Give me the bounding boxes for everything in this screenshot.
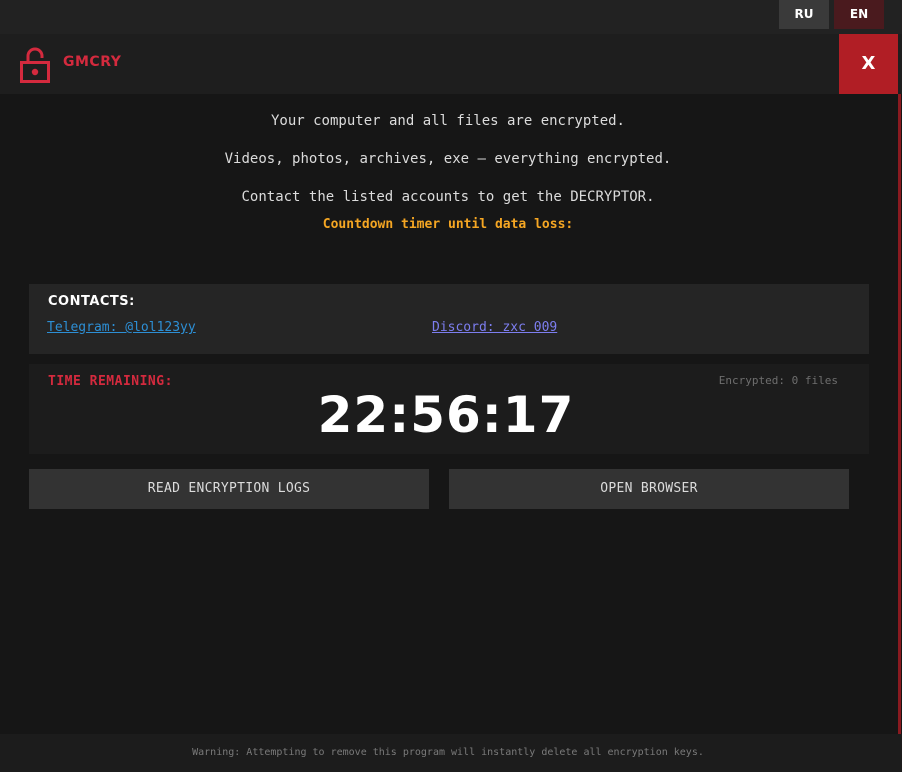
window-edge <box>898 94 901 734</box>
timer-panel: TIME REMAINING: Encrypted: 0 files 22:56… <box>29 364 869 454</box>
lock-icon <box>20 47 50 83</box>
countdown-timer: 22:56:17 <box>317 386 575 444</box>
open-browser-button[interactable]: OPEN BROWSER <box>449 469 849 509</box>
footer-warning: Warning: Attempting to remove this progr… <box>192 747 704 758</box>
message-line-2: Videos, photos, archives, exe — everythi… <box>224 151 672 167</box>
contacts-panel: CONTACTS: Telegram: @lol123yy Discord: z… <box>29 284 869 354</box>
footer: Warning: Attempting to remove this progr… <box>0 734 902 772</box>
language-ru-button[interactable]: RU <box>779 0 829 29</box>
message-line-3: Contact the listed accounts to get the D… <box>241 189 655 205</box>
header: GMCRY X <box>0 34 902 94</box>
discord-link[interactable]: Discord: zxc 009 <box>432 320 557 335</box>
countdown-label: Countdown timer until data loss: <box>322 217 574 232</box>
message-line-1: Your computer and all files are encrypte… <box>270 113 625 129</box>
app-title: GMCRY <box>63 54 122 70</box>
language-en-button[interactable]: EN <box>834 0 884 29</box>
read-logs-button[interactable]: READ ENCRYPTION LOGS <box>29 469 429 509</box>
contacts-title: CONTACTS: <box>48 294 135 309</box>
language-bar: RU EN <box>0 0 902 34</box>
telegram-link[interactable]: Telegram: @lol123yy <box>47 320 196 335</box>
close-button[interactable]: X <box>839 34 898 94</box>
